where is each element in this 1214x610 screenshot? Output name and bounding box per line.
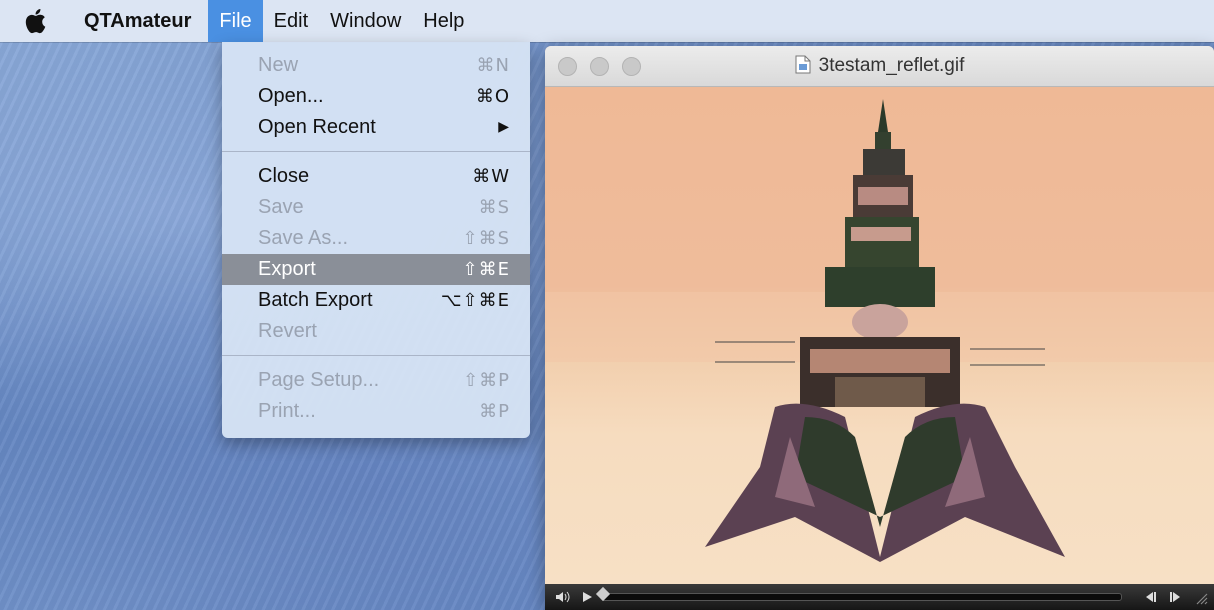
menu-item-label: Close (258, 165, 310, 187)
menu-item-revert[interactable]: Revert (222, 316, 530, 347)
menu-item-export[interactable]: Export ⇧⌘E (222, 254, 530, 285)
menu-item-shortcut: ⌘W (472, 166, 510, 187)
movie-window: 3testam_reflet.gif (545, 46, 1214, 610)
window-title: 3testam_reflet.gif (818, 55, 965, 76)
step-forward-icon[interactable] (1168, 591, 1182, 603)
menu-item-open[interactable]: Open... ⌘O (222, 81, 530, 112)
file-menu-dropdown: New ⌘N Open... ⌘O Open Recent ▶ Close ⌘W… (222, 42, 530, 438)
resize-grip-icon[interactable] (1192, 589, 1208, 605)
document-icon (795, 49, 811, 89)
edit-menu[interactable]: Edit (263, 0, 319, 42)
menu-item-label: New (258, 54, 299, 76)
menu-item-open-recent[interactable]: Open Recent ▶ (222, 112, 530, 143)
menu-item-label: Batch Export (258, 289, 373, 311)
menu-item-shortcut: ⇧⌘P (463, 370, 510, 391)
app-menu[interactable]: QTAmateur (82, 0, 202, 42)
playback-thumb[interactable] (595, 586, 611, 602)
menu-item-label: Save As... (258, 227, 349, 249)
menu-separator (222, 151, 530, 152)
apple-logo-icon[interactable] (24, 8, 50, 34)
volume-icon[interactable] (555, 591, 571, 603)
menu-item-print[interactable]: Print... ⌘P (222, 396, 530, 427)
menu-item-label: Print... (258, 400, 316, 422)
menu-item-save-as[interactable]: Save As... ⇧⌘S (222, 223, 530, 254)
menu-item-new[interactable]: New ⌘N (222, 50, 530, 81)
file-menu[interactable]: File (208, 0, 263, 42)
menu-item-page-setup[interactable]: Page Setup... ⇧⌘P (222, 365, 530, 396)
menu-item-label: Page Setup... (258, 369, 380, 391)
submenu-arrow-icon: ▶ (498, 119, 510, 135)
menu-item-shortcut: ⇧⌘E (462, 259, 510, 280)
menu-item-save[interactable]: Save ⌘S (222, 192, 530, 223)
step-back-icon[interactable] (1144, 591, 1158, 603)
menu-item-label: Open... (258, 85, 324, 107)
help-menu[interactable]: Help (412, 0, 475, 42)
window-titlebar[interactable]: 3testam_reflet.gif (545, 46, 1214, 87)
menu-item-label: Revert (258, 320, 317, 342)
menu-bar: QTAmateur File Edit Window Help (0, 0, 1214, 42)
menu-item-shortcut: ⌥⇧⌘E (440, 290, 510, 311)
menu-item-shortcut: ⌘O (475, 86, 510, 107)
movie-canvas (545, 87, 1214, 584)
menu-separator (222, 355, 530, 356)
menu-item-shortcut: ⇧⌘S (462, 228, 510, 249)
playback-controls (545, 584, 1214, 610)
menu-item-shortcut: ⌘P (479, 401, 510, 422)
window-menu[interactable]: Window (319, 0, 412, 42)
menu-item-close[interactable]: Close ⌘W (222, 161, 530, 192)
menu-item-batch-export[interactable]: Batch Export ⌥⇧⌘E (222, 285, 530, 316)
menu-item-label: Open Recent (258, 116, 376, 138)
play-icon[interactable] (581, 591, 593, 603)
playback-slider[interactable] (595, 586, 1122, 602)
window-title-container: 3testam_reflet.gif (545, 46, 1214, 86)
menu-item-shortcut: ⌘N (476, 55, 510, 76)
gif-image (545, 99, 1214, 562)
menu-item-shortcut: ⌘S (478, 197, 510, 218)
menu-item-label: Export (258, 258, 316, 280)
menu-item-label: Save (258, 196, 304, 218)
